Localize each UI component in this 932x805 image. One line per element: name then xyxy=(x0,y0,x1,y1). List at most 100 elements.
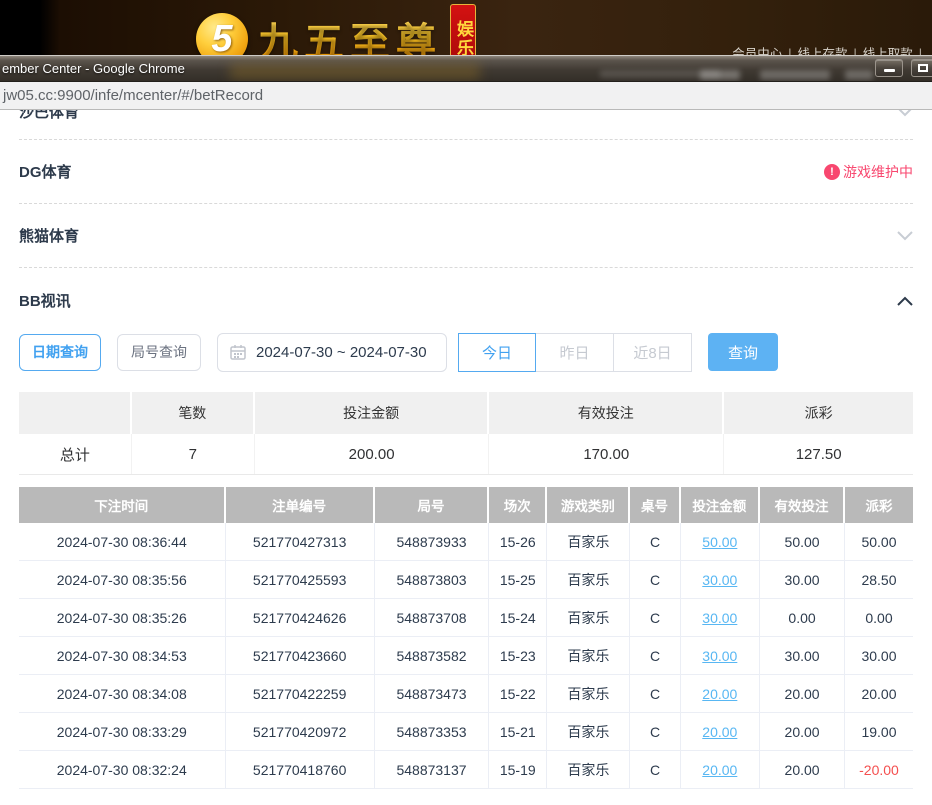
cell-game-type: 百家乐 xyxy=(547,561,630,598)
window-title: ember Center - Google Chrome xyxy=(2,61,185,76)
cell-bet-amount[interactable]: 30.00 xyxy=(681,599,761,636)
cell-session: 15-22 xyxy=(489,675,547,712)
cell-bet-amount[interactable]: 30.00 xyxy=(681,561,761,598)
cell-table-no: C xyxy=(630,523,680,560)
cell-round-id: 548873353 xyxy=(375,713,489,750)
total-valid-bet: 170.00 xyxy=(489,434,724,474)
glass-reflection xyxy=(760,70,830,80)
cell-bet-time: 2024-07-30 08:36:44 xyxy=(19,523,226,560)
cell-game-type: 百家乐 xyxy=(547,675,630,712)
calendar-icon xyxy=(230,344,246,360)
section-bb-live[interactable]: BB视讯 xyxy=(19,268,913,333)
url-text: jw05.cc:9900/infe/mcenter/#/betRecord xyxy=(0,87,263,104)
bet-table-header-row: 下注时间 注单编号 局号 场次 游戏类别 桌号 投注金额 有效投注 派彩 xyxy=(19,487,913,523)
table-row: 2024-07-30 08:32:24521770418760548873137… xyxy=(19,751,913,789)
date-range-input[interactable]: 2024-07-30 ~ 2024-07-30 xyxy=(217,333,447,372)
minimize-button[interactable] xyxy=(875,59,903,77)
cell-bet-time: 2024-07-30 08:35:56 xyxy=(19,561,226,598)
chevron-up-icon xyxy=(897,296,913,306)
summary-header-payout: 派彩 xyxy=(724,392,913,434)
cell-bet-id: 521770418760 xyxy=(226,751,375,788)
table-row: 2024-07-30 08:35:56521770425593548873803… xyxy=(19,561,913,599)
summary-header-bet-amount: 投注金额 xyxy=(255,392,489,434)
cell-table-no: C xyxy=(630,751,680,788)
yesterday-button[interactable]: 昨日 xyxy=(536,333,614,372)
search-button[interactable]: 查询 xyxy=(708,333,778,371)
header-valid-bet: 有效投注 xyxy=(760,487,845,523)
table-row: 2024-07-30 08:33:29521770420972548873353… xyxy=(19,713,913,751)
cell-bet-id: 521770427313 xyxy=(226,523,375,560)
table-row: 2024-07-30 08:35:26521770424626548873708… xyxy=(19,599,913,637)
cell-payout: 28.50 xyxy=(845,561,913,598)
cell-session: 15-21 xyxy=(489,713,547,750)
cell-round-id: 548873708 xyxy=(375,599,489,636)
summary-header-row: 笔数 投注金额 有效投注 派彩 xyxy=(19,392,913,434)
cell-payout: -20.00 xyxy=(845,751,913,788)
cell-payout: 50.00 xyxy=(845,523,913,560)
cell-bet-time: 2024-07-30 08:33:29 xyxy=(19,713,226,750)
section-panda-sports[interactable]: 熊猫体育 xyxy=(19,204,913,268)
header-bet-id: 注单编号 xyxy=(226,487,375,523)
cell-table-no: C xyxy=(630,637,680,674)
total-payout: 127.50 xyxy=(724,434,913,474)
summary-total-row: 总计 7 200.00 170.00 127.50 xyxy=(19,434,913,475)
cell-round-id: 548873473 xyxy=(375,675,489,712)
cell-bet-time: 2024-07-30 08:34:53 xyxy=(19,637,226,674)
header-payout: 派彩 xyxy=(845,487,913,523)
glass-reflection xyxy=(700,70,740,80)
cell-bet-time: 2024-07-30 08:35:26 xyxy=(19,599,226,636)
header-table-no: 桌号 xyxy=(630,487,680,523)
exclamation-icon: ! xyxy=(824,164,840,180)
cell-table-no: C xyxy=(630,675,680,712)
minimize-icon xyxy=(884,69,895,72)
maximize-icon xyxy=(918,64,928,72)
cell-payout: 19.00 xyxy=(845,713,913,750)
total-count: 7 xyxy=(132,434,255,474)
glass-reflection xyxy=(845,70,873,80)
cell-bet-amount[interactable]: 20.00 xyxy=(681,713,761,750)
last8days-button[interactable]: 近8日 xyxy=(614,333,692,372)
cell-bet-amount[interactable]: 20.00 xyxy=(681,751,761,788)
header-bet-time: 下注时间 xyxy=(19,487,226,523)
summary-header-count: 笔数 xyxy=(132,392,255,434)
date-range-value: 2024-07-30 ~ 2024-07-30 xyxy=(256,344,427,361)
cell-valid-bet: 30.00 xyxy=(760,637,845,674)
glass-reflection xyxy=(230,64,480,80)
date-query-button[interactable]: 日期查询 xyxy=(19,334,101,371)
summary-header-valid-bet: 有效投注 xyxy=(489,392,724,434)
header-round-id: 局号 xyxy=(375,487,489,523)
cell-bet-amount[interactable]: 20.00 xyxy=(681,675,761,712)
cell-valid-bet: 20.00 xyxy=(760,675,845,712)
section-dg-sports[interactable]: DG体育 ! 游戏维护中 xyxy=(19,140,913,204)
section-title: BB视讯 xyxy=(19,290,71,311)
address-bar[interactable]: jw05.cc:9900/infe/mcenter/#/betRecord xyxy=(0,82,932,110)
cell-bet-amount[interactable]: 50.00 xyxy=(681,523,761,560)
cell-bet-id: 521770420972 xyxy=(226,713,375,750)
cell-valid-bet: 0.00 xyxy=(760,599,845,636)
cell-valid-bet: 20.00 xyxy=(760,751,845,788)
maintenance-label: 游戏维护中 xyxy=(843,162,913,182)
cell-table-no: C xyxy=(630,561,680,598)
cell-bet-time: 2024-07-30 08:34:08 xyxy=(19,675,226,712)
cell-round-id: 548873582 xyxy=(375,637,489,674)
summary-table: 笔数 投注金额 有效投注 派彩 总计 7 200.00 170.00 127.5… xyxy=(19,392,913,475)
total-label: 总计 xyxy=(19,434,132,474)
maximize-button[interactable] xyxy=(911,59,932,77)
cell-table-no: C xyxy=(630,713,680,750)
cell-round-id: 548873137 xyxy=(375,751,489,788)
cell-bet-amount[interactable]: 30.00 xyxy=(681,637,761,674)
cell-table-no: C xyxy=(630,599,680,636)
window-titlebar[interactable]: ember Center - Google Chrome xyxy=(0,55,932,82)
bet-record-page: 沙巴体育 DG体育 ! 游戏维护中 熊猫体育 BB视讯 日期查询 局号查询 xyxy=(0,55,932,805)
cell-bet-id: 521770425593 xyxy=(226,561,375,598)
round-query-button[interactable]: 局号查询 xyxy=(117,334,201,371)
cell-game-type: 百家乐 xyxy=(547,751,630,788)
cell-bet-id: 521770422259 xyxy=(226,675,375,712)
cell-session: 15-25 xyxy=(489,561,547,598)
bet-table-body: 2024-07-30 08:36:44521770427313548873933… xyxy=(19,523,913,789)
cell-game-type: 百家乐 xyxy=(547,523,630,560)
header-bet-amount: 投注金额 xyxy=(681,487,761,523)
quick-range-group: 今日 昨日 近8日 xyxy=(458,333,692,372)
table-row: 2024-07-30 08:34:53521770423660548873582… xyxy=(19,637,913,675)
today-button[interactable]: 今日 xyxy=(458,333,536,372)
